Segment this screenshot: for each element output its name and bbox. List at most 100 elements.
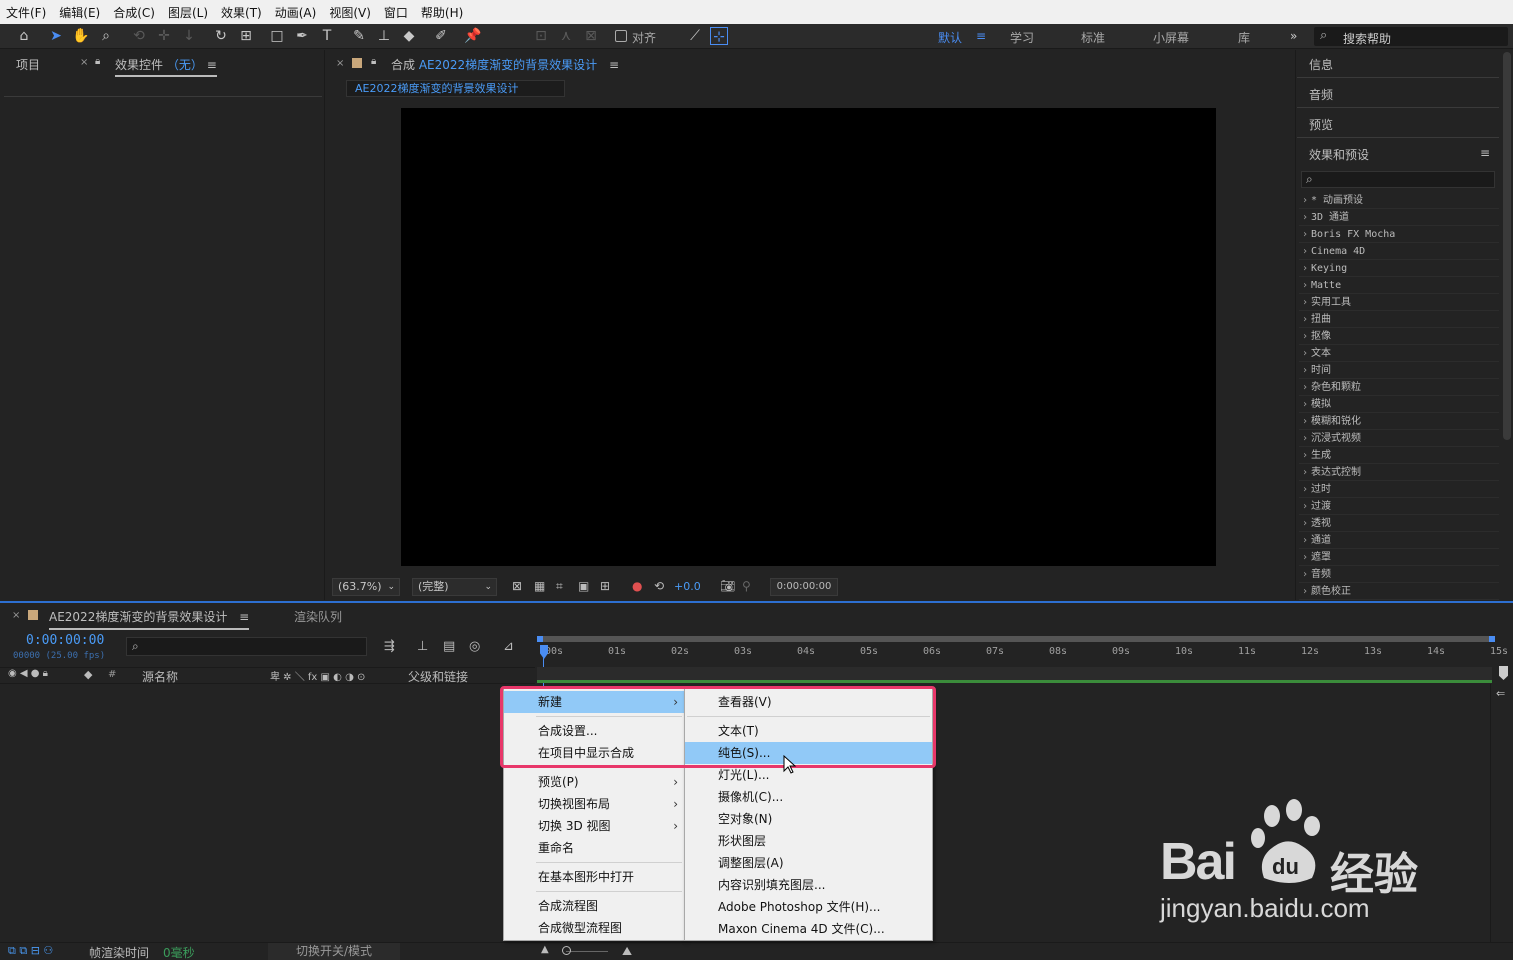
effects-search-input[interactable]: ⌕ (1301, 171, 1495, 188)
draft-3d-icon[interactable]: ⊥ (417, 639, 428, 654)
workspace-standard[interactable]: 标准 (1081, 29, 1105, 46)
effect-category[interactable]: 实用工具 (1299, 294, 1499, 311)
effect-category[interactable]: Boris FX Mocha (1299, 226, 1499, 243)
av-switches-icons[interactable]: ◉ ◀ ● 🔒︎ (8, 668, 48, 679)
lock-icon[interactable]: 🔒︎ (95, 56, 100, 67)
menu-item-open-essential-graphics[interactable]: 在基本图形中打开 (504, 866, 684, 888)
menu-view[interactable]: 视图(V) (329, 4, 371, 21)
menu-effect[interactable]: 效果(T) (221, 4, 262, 21)
frame-blending-icon[interactable]: ▤ (443, 639, 455, 654)
effect-category[interactable]: Cinema 4D (1299, 243, 1499, 260)
roto-brush-icon[interactable]: ✐ (432, 27, 450, 45)
effect-category[interactable]: 沉浸式视频 (1299, 430, 1499, 447)
panel-audio[interactable]: 音频 (1309, 86, 1333, 103)
graph-editor-icon[interactable]: ⊿ (503, 639, 514, 654)
effect-category[interactable]: 扭曲 (1299, 311, 1499, 328)
menu-file[interactable]: 文件(F) (6, 4, 46, 21)
effect-category[interactable]: 3D 通道 (1299, 209, 1499, 226)
hand-tool-icon[interactable]: ✋ (72, 27, 90, 45)
effect-category[interactable]: 过渡 (1299, 498, 1499, 515)
effect-category[interactable]: Keying (1299, 260, 1499, 277)
exposure-value[interactable]: +0.0 (674, 580, 701, 593)
comp-mini-flowchart-icon[interactable]: ⇶ (384, 639, 395, 654)
show-snapshot-icon[interactable]: ⚲ (742, 579, 751, 593)
workspace-menu-icon[interactable]: ≡ (976, 29, 986, 43)
effect-category[interactable]: 模糊和锐化 (1299, 413, 1499, 430)
panel-menu-icon[interactable]: ≡ (207, 58, 217, 72)
workspace-small-screen[interactable]: 小屏幕 (1153, 29, 1189, 46)
close-icon[interactable]: × (336, 58, 344, 69)
snap-checkbox[interactable] (615, 30, 627, 42)
zoom-out-icon[interactable]: ▲ (541, 944, 549, 955)
home-icon[interactable]: ⌂ (15, 27, 33, 45)
tab-project[interactable]: 项目 (16, 56, 40, 73)
work-area-bar[interactable] (537, 636, 1495, 642)
grid-guides-icon[interactable]: ⊞ (600, 579, 610, 593)
axis-world-icon[interactable]: ⋏ (557, 27, 575, 45)
panel-info[interactable]: 信息 (1309, 56, 1333, 73)
effect-category[interactable]: 颜色校正 (1299, 583, 1499, 600)
col-source-name[interactable]: 源名称 (142, 668, 178, 685)
menu-edit[interactable]: 编辑(E) (59, 4, 100, 21)
menu-item-preview[interactable]: 预览(P) › (504, 771, 684, 793)
timeline-tab-render-queue[interactable]: 渲染队列 (294, 608, 342, 625)
anchor-tool-icon[interactable]: ⊞ (237, 27, 255, 45)
menu-item-switch-view-layout[interactable]: 切换视图布局 › (504, 793, 684, 815)
tab-effect-controls[interactable]: 效果控件 （无） ≡ (115, 56, 217, 77)
workspace-default[interactable]: 默认 (938, 29, 962, 46)
orbit-tool-icon[interactable]: ⟲ (130, 27, 148, 45)
eraser-tool-icon[interactable]: ◆ (400, 27, 418, 45)
menu-item-comp-flowchart[interactable]: 合成流程图 (504, 895, 684, 917)
zoom-slider-thumb[interactable] (562, 946, 571, 955)
zoom-dropdown[interactable]: (63.7%) ⌄ (332, 578, 400, 596)
viewer-timecode[interactable]: 0:00:00:00 (770, 578, 838, 596)
comp-subtab[interactable]: AE2022梯度渐变的背景效果设计 (346, 80, 565, 97)
effect-category[interactable]: 过时 (1299, 481, 1499, 498)
workspace-libraries[interactable]: 库 (1238, 29, 1250, 46)
effect-category[interactable]: 抠像 (1299, 328, 1499, 345)
axis-local-icon[interactable]: ⊡ (532, 27, 550, 45)
help-search-input[interactable]: ⌕ 搜索帮助 (1314, 27, 1508, 46)
selection-tool-icon[interactable]: ➤ (47, 27, 65, 45)
submenu-item-photoshop-file[interactable]: Adobe Photoshop 文件(H)... (685, 896, 932, 918)
zoom-in-icon[interactable]: ⛰︎ (622, 944, 632, 959)
effect-category[interactable]: 通道 (1299, 532, 1499, 549)
submenu-item-null-object[interactable]: 空对象(N) (685, 808, 932, 830)
comp-viewer[interactable] (401, 108, 1216, 566)
menu-item-comp-mini-flowchart[interactable]: 合成微型流程图 (504, 917, 684, 939)
comp-tab[interactable]: 合成 AE2022梯度渐变的背景效果设计 ≡ (391, 56, 619, 73)
snapshot-icon[interactable]: 📷︎ (720, 579, 735, 593)
effect-category[interactable]: 模拟 (1299, 396, 1499, 413)
panel-menu-icon[interactable]: ≡ (1480, 146, 1490, 160)
timeline-tab-comp[interactable]: AE2022梯度渐变的背景效果设计 ≡ (49, 608, 250, 630)
menu-item-switch-3d-view[interactable]: 切换 3D 视图 › (504, 815, 684, 837)
mask-visibility-icon[interactable]: ⌗ (556, 579, 563, 594)
effects-scrollbar[interactable] (1503, 52, 1511, 440)
menu-composition[interactable]: 合成(C) (113, 4, 155, 21)
dolly-tool-icon[interactable]: ↓ (180, 27, 198, 45)
submenu-item-content-aware-fill[interactable]: 内容识别填充图层... (685, 874, 932, 896)
panel-menu-icon[interactable]: ≡ (239, 610, 249, 624)
submenu-item-adjustment-layer[interactable]: 调整图层(A) (685, 852, 932, 874)
fast-preview-icon[interactable]: ⊠ (512, 579, 522, 593)
close-icon[interactable]: × (80, 57, 88, 68)
clone-stamp-icon[interactable]: ⊥ (375, 27, 393, 45)
panel-preview[interactable]: 预览 (1309, 116, 1333, 133)
panel-menu-icon[interactable]: ≡ (609, 58, 619, 72)
effect-category[interactable]: 表达式控制 (1299, 464, 1499, 481)
effect-category[interactable]: 时间 (1299, 362, 1499, 379)
brush-tool-icon[interactable]: ✎ (350, 27, 368, 45)
zoom-slider-track[interactable] (566, 951, 608, 952)
col-hash[interactable]: # (108, 669, 116, 680)
color-channels-icon[interactable]: ● (632, 579, 642, 593)
resolution-dropdown[interactable]: (完整) ⌄ (412, 578, 497, 596)
effect-category[interactable]: Matte (1299, 277, 1499, 294)
workspace-overflow[interactable]: » (1290, 29, 1297, 43)
effect-category[interactable]: * 动画预设 (1299, 192, 1499, 209)
transparency-grid-icon[interactable]: ▦ (534, 579, 545, 593)
effect-category[interactable]: 透视 (1299, 515, 1499, 532)
rotate-tool-icon[interactable]: ↻ (212, 27, 230, 45)
label-icon[interactable]: ◆ (84, 668, 92, 681)
snap-feature-icon[interactable]: ⊹ (710, 27, 728, 45)
submenu-item-shape-layer[interactable]: 形状图层 (685, 830, 932, 852)
